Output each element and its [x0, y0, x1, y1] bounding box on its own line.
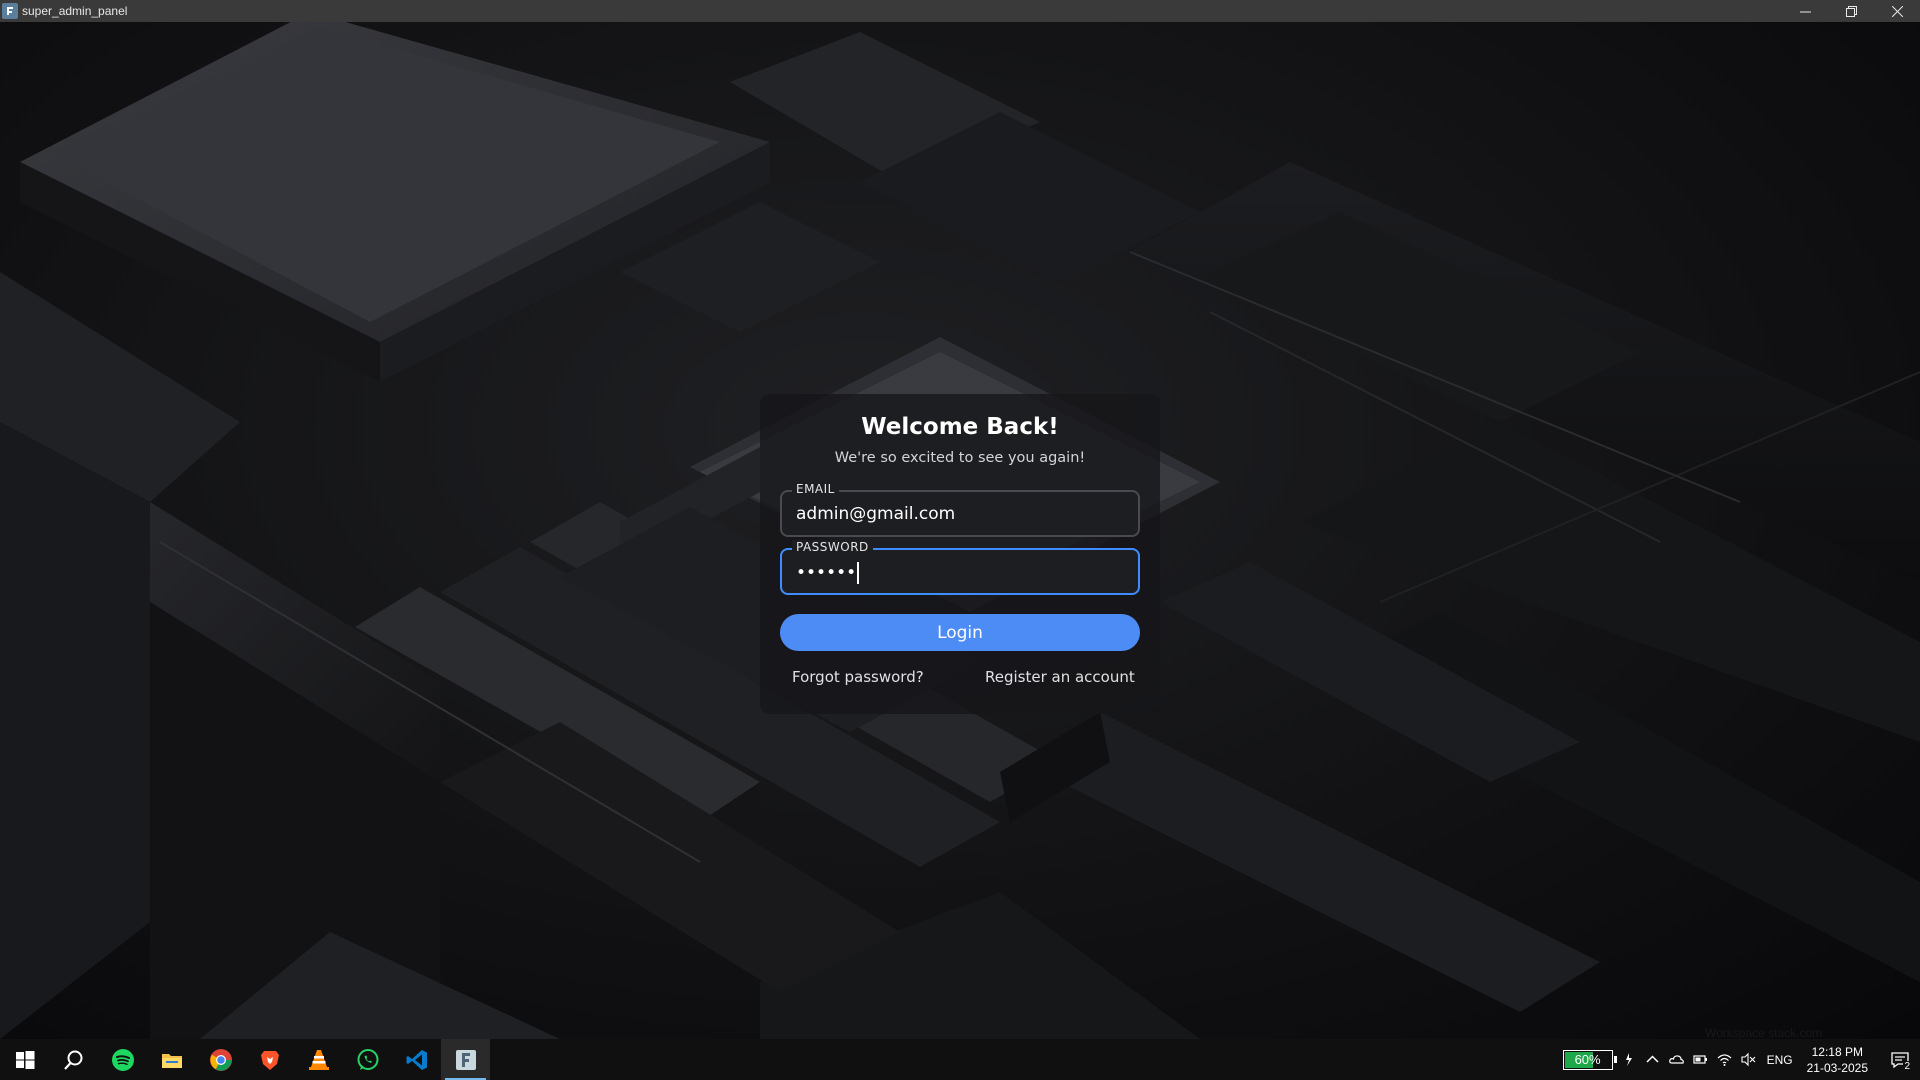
vscode-icon	[406, 1049, 427, 1070]
close-icon	[1891, 5, 1903, 17]
chrome-icon	[209, 1048, 232, 1071]
brave-icon	[260, 1050, 279, 1070]
clock[interactable]: 12:18 PM 21-03-2025	[1807, 1044, 1868, 1076]
restore-button[interactable]	[1828, 0, 1874, 22]
show-hidden-icons-button[interactable]	[1641, 1039, 1665, 1080]
restore-icon	[1845, 5, 1857, 17]
cloud-icon	[1669, 1055, 1684, 1064]
login-button[interactable]: Login	[780, 614, 1140, 651]
power-plug-button[interactable]	[1617, 1039, 1641, 1080]
taskbar: 60% ENG 12:18 PM 21-03-2025 2	[0, 1039, 1920, 1080]
window-title: super_admin_panel	[22, 4, 128, 18]
wifi-button[interactable]	[1713, 1039, 1737, 1080]
login-card: Welcome Back! We're so excited to see yo…	[760, 394, 1160, 714]
battery-indicator[interactable]: 60%	[1562, 1049, 1617, 1070]
password-masked-text: ••••••	[796, 563, 857, 583]
close-button[interactable]	[1874, 0, 1920, 22]
spotify-icon	[111, 1048, 134, 1071]
watermark-text: Workspace stack.com	[1705, 1026, 1823, 1039]
login-subtitle: We're so excited to see you again!	[834, 450, 1086, 466]
search-button[interactable]	[49, 1039, 98, 1080]
onedrive-button[interactable]	[1665, 1039, 1689, 1080]
chrome-taskbar-button[interactable]	[196, 1039, 245, 1080]
volume-button[interactable]	[1737, 1039, 1761, 1080]
window-titlebar: super_admin_panel	[0, 0, 1920, 22]
battery-percent: 60%	[1574, 1052, 1601, 1067]
email-label: EMAIL	[792, 482, 839, 496]
password-label: PASSWORD	[792, 540, 873, 554]
chevron-up-icon	[1646, 1055, 1659, 1063]
start-button[interactable]	[0, 1039, 49, 1080]
battery-icon	[1693, 1055, 1708, 1064]
forgot-password-link[interactable]: Forgot password?	[792, 668, 924, 686]
brave-taskbar-button[interactable]	[245, 1039, 294, 1080]
power-plug-icon	[1626, 1053, 1633, 1066]
system-tray: 60% ENG 12:18 PM 21-03-2025 2	[1562, 1039, 1920, 1080]
notification-count-badge: 2	[1903, 1061, 1911, 1072]
file-explorer-taskbar-button[interactable]	[147, 1039, 196, 1080]
volume-muted-icon	[1741, 1052, 1756, 1067]
whatsapp-icon	[357, 1048, 378, 1070]
windows-start-icon	[15, 1050, 34, 1069]
background-wallpaper: Welcome Back! We're so excited to see yo…	[0, 22, 1920, 1039]
text-caret	[857, 562, 860, 584]
password-field[interactable]: PASSWORD ••••••	[780, 540, 1140, 595]
clock-date: 21-03-2025	[1806, 1060, 1868, 1075]
vscode-taskbar-button[interactable]	[392, 1039, 441, 1080]
login-title: Welcome Back!	[861, 414, 1059, 440]
whatsapp-taskbar-button[interactable]	[343, 1039, 392, 1080]
app-icon	[2, 3, 18, 19]
clock-time: 12:18 PM	[1811, 1044, 1863, 1059]
minimize-button[interactable]	[1782, 0, 1828, 22]
super-admin-panel-taskbar-button[interactable]	[441, 1039, 490, 1080]
vlc-icon	[308, 1049, 329, 1070]
password-input-value: ••••••	[796, 562, 860, 584]
wifi-icon	[1717, 1054, 1732, 1066]
minimize-icon	[1799, 11, 1811, 12]
vlc-taskbar-button[interactable]	[294, 1039, 343, 1080]
search-icon	[63, 1050, 82, 1070]
email-input-value: admin@gmail.com	[796, 504, 956, 524]
action-center-button[interactable]: 2	[1880, 1039, 1920, 1080]
super-admin-panel-icon	[455, 1049, 476, 1070]
battery-tray-button[interactable]	[1689, 1039, 1713, 1080]
spotify-taskbar-button[interactable]	[98, 1039, 147, 1080]
file-explorer-icon	[161, 1053, 182, 1068]
register-account-link[interactable]: Register an account	[985, 668, 1135, 686]
input-language[interactable]: ENG	[1767, 1053, 1793, 1067]
email-field[interactable]: EMAIL admin@gmail.com	[780, 482, 1140, 537]
